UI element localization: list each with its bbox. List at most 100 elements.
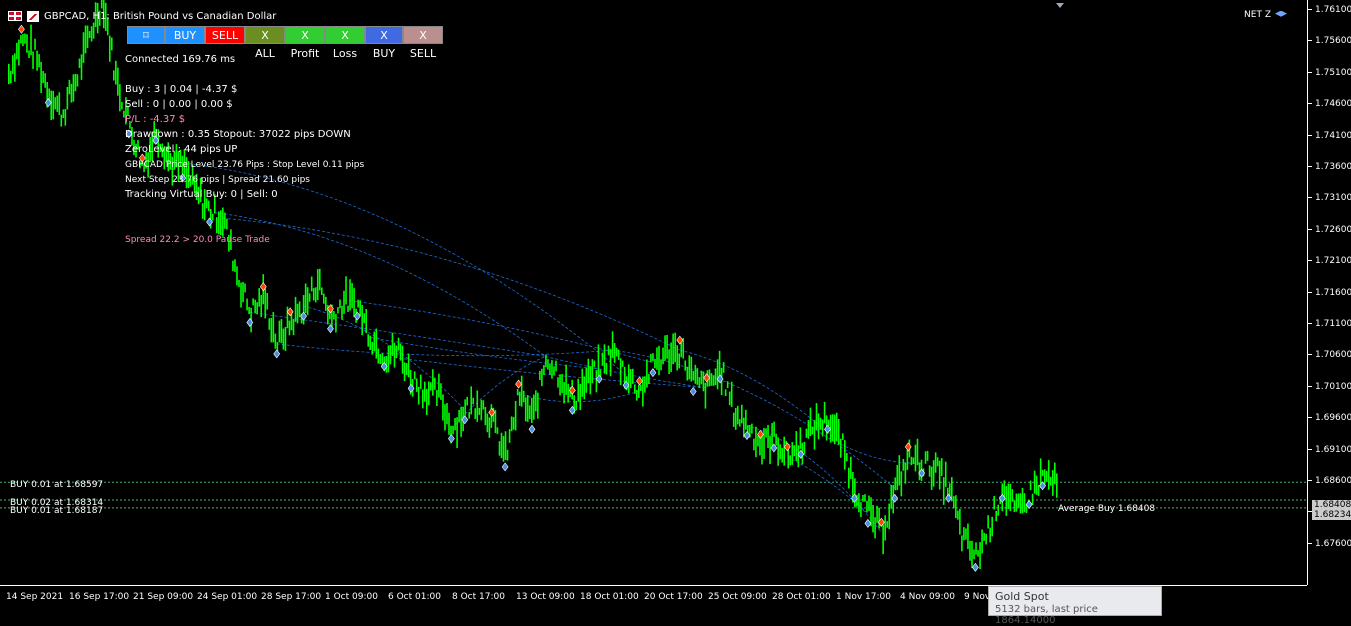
candle xyxy=(676,345,678,371)
candle xyxy=(26,34,28,53)
buy-marker-icon[interactable] xyxy=(864,518,872,528)
candle xyxy=(284,326,287,352)
price-tick-label: 1.76100 xyxy=(1308,5,1351,15)
buy-marker-icon[interactable] xyxy=(972,562,979,572)
candle xyxy=(979,542,981,570)
buy-marker-icon[interactable] xyxy=(689,387,697,397)
candle xyxy=(969,540,971,561)
close-all-button[interactable]: X ALL xyxy=(245,26,285,60)
account-badge[interactable]: NET Z xyxy=(1244,10,1287,20)
candle xyxy=(379,354,382,365)
buy-marker-icon[interactable] xyxy=(501,462,509,472)
candle xyxy=(522,390,525,403)
candle xyxy=(775,433,777,446)
candle xyxy=(486,413,489,433)
buy-marker-icon[interactable] xyxy=(206,217,213,227)
info-connected: Connected 169.76 ms xyxy=(125,54,236,65)
candle xyxy=(1047,460,1050,490)
candle xyxy=(308,293,311,302)
candle xyxy=(541,368,543,387)
sell-marker-icon[interactable] xyxy=(904,442,912,452)
candle xyxy=(609,348,612,377)
candle xyxy=(113,70,115,81)
candle xyxy=(551,360,553,379)
candle xyxy=(516,389,519,396)
candle xyxy=(442,394,444,421)
candle xyxy=(448,412,450,435)
candle xyxy=(325,296,327,311)
close-profit-button[interactable]: X Profit xyxy=(285,26,325,60)
candle xyxy=(444,404,446,431)
account-label: NET Z xyxy=(1244,10,1271,20)
buy-marker-icon[interactable] xyxy=(528,424,536,434)
candle xyxy=(876,505,878,523)
candle xyxy=(862,494,864,502)
info-pl: P/L : -4.37 $ xyxy=(125,114,186,125)
candle xyxy=(650,353,652,363)
candle xyxy=(961,535,963,552)
graduation-cap-icon xyxy=(1275,10,1287,17)
candle xyxy=(779,444,781,460)
trend-line xyxy=(222,217,680,351)
candle xyxy=(117,67,119,96)
price-axis[interactable]: 1.76100 1.75600 1.75100 1.74600 1.74100 1.736… xyxy=(1307,0,1351,585)
candle xyxy=(10,70,12,84)
buy-marker-icon[interactable] xyxy=(649,368,657,378)
candle xyxy=(995,510,998,522)
candle xyxy=(878,507,880,529)
sell-marker-icon[interactable] xyxy=(18,24,25,34)
candle xyxy=(662,347,664,365)
candle xyxy=(813,420,816,450)
candle xyxy=(953,496,955,509)
candle xyxy=(957,510,959,520)
candle xyxy=(80,54,83,80)
candle xyxy=(597,344,600,376)
candle xyxy=(692,370,695,381)
candle xyxy=(648,374,650,385)
time-tick-label: 25 Oct 09:00 xyxy=(708,592,767,602)
candle xyxy=(357,299,359,308)
candle xyxy=(716,359,719,390)
buy-marker-icon[interactable] xyxy=(448,434,455,444)
candle xyxy=(436,390,438,406)
sell-marker-icon[interactable] xyxy=(515,379,522,389)
sell-button[interactable]: SELL xyxy=(205,26,245,44)
candle xyxy=(351,283,353,309)
candle xyxy=(1029,480,1032,491)
buy-button[interactable]: BUY xyxy=(165,26,205,44)
candle xyxy=(282,328,285,350)
close-buy-button[interactable]: X BUY xyxy=(365,26,403,60)
candle xyxy=(553,366,555,376)
candle xyxy=(734,407,737,430)
candle xyxy=(399,343,402,361)
candle xyxy=(66,86,69,110)
candle xyxy=(246,298,248,311)
candle xyxy=(268,318,271,330)
candle xyxy=(577,378,580,402)
buy-marker-icon[interactable] xyxy=(824,424,831,434)
candle xyxy=(1005,486,1008,516)
buy-marker-icon[interactable] xyxy=(945,493,952,503)
buy-marker-icon[interactable] xyxy=(273,349,281,359)
candle xyxy=(76,74,79,87)
candle xyxy=(547,359,549,370)
sell-marker-icon[interactable] xyxy=(636,376,643,386)
candle xyxy=(270,317,273,343)
close-loss-button[interactable]: X Loss xyxy=(325,26,365,60)
app-logo-icon xyxy=(27,10,39,22)
candle xyxy=(28,50,30,59)
buy-marker-icon[interactable] xyxy=(246,317,254,327)
candle xyxy=(440,383,442,400)
candle xyxy=(472,397,475,405)
sell-marker-icon[interactable] xyxy=(783,442,791,452)
candle xyxy=(555,360,557,372)
candle xyxy=(799,427,802,449)
candle xyxy=(738,419,741,427)
chart-shift-marker-icon[interactable] xyxy=(1056,3,1064,8)
candle xyxy=(518,391,521,406)
candle xyxy=(413,371,416,380)
close-sell-button[interactable]: X SELL xyxy=(403,26,443,60)
candle xyxy=(603,344,606,374)
focus-button[interactable]: ⌑ xyxy=(127,26,165,44)
candle xyxy=(860,502,862,518)
